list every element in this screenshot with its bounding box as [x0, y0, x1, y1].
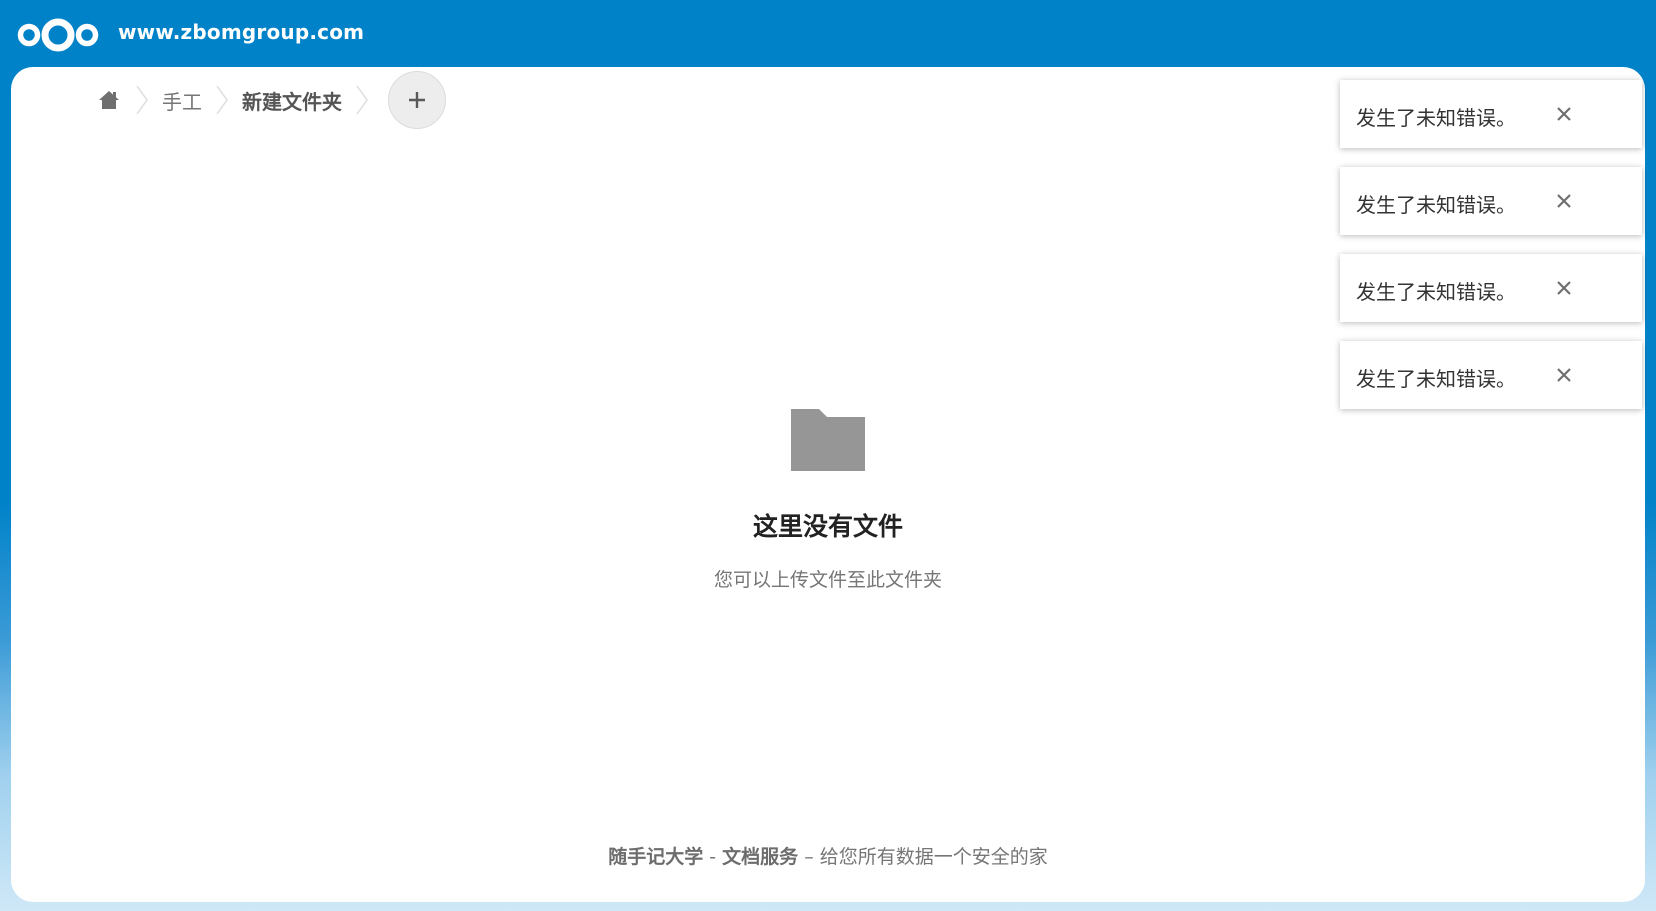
footer-tagline: – 给您所有数据一个安全的家 [798, 846, 1048, 868]
home-icon [99, 91, 119, 109]
footer-org: 随手记大学 [608, 846, 704, 868]
breadcrumb: 手工 新建文件夹 [96, 71, 446, 129]
close-icon[interactable] [1552, 102, 1576, 126]
empty-state-title: 这里没有文件 [752, 512, 903, 541]
footer: 随手记大学 - 文档服务 – 给您所有数据一个安全的家 [11, 842, 1645, 869]
toast-message: 发生了未知错误。 [1356, 193, 1516, 217]
breadcrumb-separator-icon [356, 85, 368, 115]
close-icon[interactable] [1552, 363, 1576, 387]
nextcloud-logo-icon[interactable] [16, 16, 100, 54]
breadcrumb-home[interactable] [96, 87, 122, 113]
plus-icon [409, 92, 425, 108]
site-title: www.zbomgroup.com [118, 20, 365, 44]
app-header: www.zbomgroup.com [0, 0, 1656, 67]
toast-container: 发生了未知错误。 发生了未知错误。 发生了未知错误。 发生了未知错误。 [1340, 80, 1642, 428]
new-file-button[interactable] [388, 71, 446, 129]
empty-state: 这里没有文件 您可以上传文件至此文件夹 [11, 407, 1645, 592]
error-toast: 发生了未知错误。 [1340, 167, 1642, 235]
toast-message: 发生了未知错误。 [1356, 106, 1516, 130]
toast-message: 发生了未知错误。 [1356, 367, 1516, 391]
error-toast: 发生了未知错误。 [1340, 341, 1642, 409]
breadcrumb-separator-icon [216, 85, 228, 115]
error-toast: 发生了未知错误。 [1340, 80, 1642, 148]
breadcrumb-item-handcraft[interactable]: 手工 [162, 86, 202, 115]
close-icon[interactable] [1552, 189, 1576, 213]
close-icon[interactable] [1552, 276, 1576, 300]
error-toast: 发生了未知错误。 [1340, 254, 1642, 322]
footer-separator: - [703, 846, 723, 868]
toast-message: 发生了未知错误。 [1356, 280, 1516, 304]
footer-service: 文档服务 [722, 846, 799, 868]
breadcrumb-separator-icon [136, 85, 148, 115]
empty-state-subtitle: 您可以上传文件至此文件夹 [713, 569, 942, 591]
breadcrumb-item-new-folder[interactable]: 新建文件夹 [242, 86, 342, 115]
folder-icon [791, 409, 865, 471]
